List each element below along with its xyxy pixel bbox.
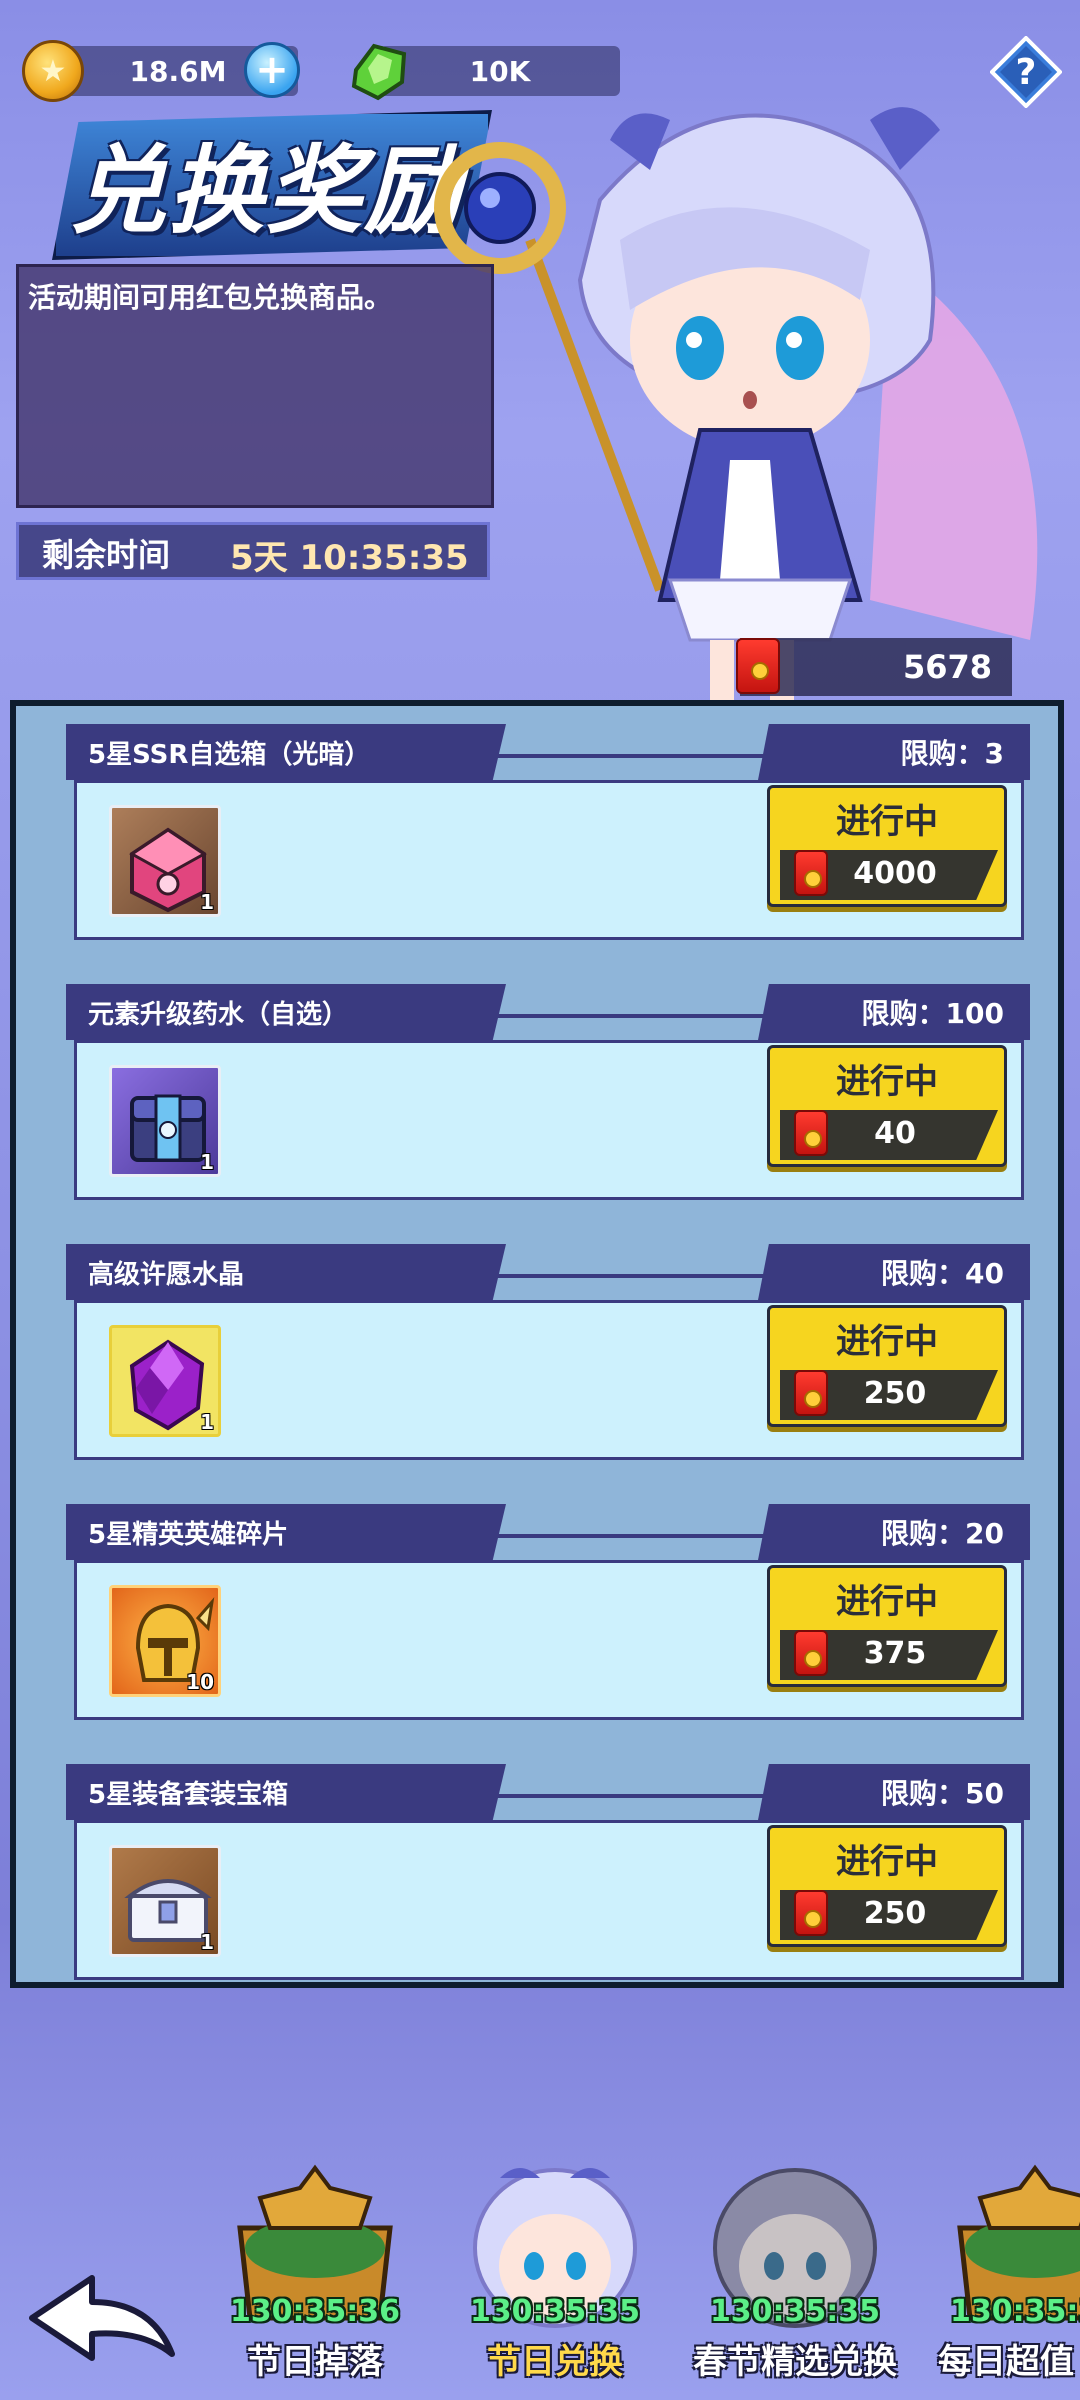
purchase-limit: 限购：50	[758, 1764, 1030, 1820]
purple-crystal-icon[interactable]: 1	[109, 1325, 221, 1437]
red-packet-amount: 5678	[902, 648, 992, 686]
exchange-button[interactable]: 进行中 250	[767, 1825, 1007, 1947]
add-gold-button[interactable]: +	[244, 42, 300, 98]
tab-label: 节日掉落	[247, 2342, 383, 2382]
red-packet-balance: 5678	[740, 638, 1012, 696]
gold-coin-icon: ★	[22, 40, 84, 102]
price-value: 250	[863, 1376, 927, 1411]
gold-amount: 18.6M	[129, 54, 227, 88]
price-value: 4000	[853, 856, 937, 891]
item-count: 1	[200, 890, 214, 914]
tab-festival-exchange[interactable]: 130:35:35 节日兑换	[450, 2128, 660, 2400]
exchange-button[interactable]: 进行中 40	[767, 1045, 1007, 1167]
item-card: 1 进行中 250	[74, 1300, 1024, 1460]
price-value: 40	[874, 1116, 916, 1151]
tab-festival-drop[interactable]: 130:35:36 节日掉落	[210, 2128, 420, 2400]
item-count: 10	[186, 1670, 214, 1694]
exchange-list[interactable]: 5星SSR自选箱（光暗） 限购：3 1 进行中 4000 元素升级药水（自选）	[10, 700, 1064, 1988]
red-packet-icon	[736, 638, 780, 694]
green-gem-icon	[351, 43, 407, 101]
item-count: 1	[200, 1930, 214, 1954]
item-card: 1 进行中 40	[74, 1040, 1024, 1200]
exchange-button[interactable]: 进行中 375	[767, 1565, 1007, 1687]
exchange-status: 进行中	[836, 1582, 938, 1622]
item-card: 1 进行中 4000	[74, 780, 1024, 940]
tab-timer: 130:35:35	[709, 2294, 881, 2329]
purchase-limit: 限购：20	[758, 1504, 1030, 1560]
exchange-item-row: 元素升级药水（自选） 限购：100 1 进行中 40	[66, 984, 1030, 1206]
exchange-status: 进行中	[836, 1842, 938, 1882]
exchange-item-row: 高级许愿水晶 限购：40 1 进行中 250	[66, 1244, 1030, 1466]
exchange-status: 进行中	[836, 1062, 938, 1102]
exchange-item-row: 5星装备套装宝箱 限购：50 1 进行中 250	[66, 1764, 1030, 1982]
tab-label: 每日超值	[938, 2342, 1074, 2382]
tab-timer: 130:35:3	[950, 2294, 1080, 2329]
back-arrow-button[interactable]	[22, 2268, 182, 2368]
price-value: 375	[863, 1636, 927, 1671]
exchange-button[interactable]: 进行中 250	[767, 1305, 1007, 1427]
item-card: 1 进行中 250	[74, 1820, 1024, 1980]
purchase-limit: 限购：40	[758, 1244, 1030, 1300]
item-name: 元素升级药水（自选）	[66, 984, 506, 1040]
silver-chest-icon[interactable]: 1	[109, 1845, 221, 1957]
exchange-status: 进行中	[836, 802, 938, 842]
hero-character-art	[577, 107, 1038, 700]
item-name: 5星SSR自选箱（光暗）	[66, 724, 506, 780]
remaining-time-label: 剩余时间	[42, 536, 171, 574]
item-count: 1	[200, 1150, 214, 1174]
item-count: 1	[200, 1410, 214, 1434]
exchange-item-row: 5星SSR自选箱（光暗） 限购：3 1 进行中 4000	[66, 724, 1030, 946]
event-description: 活动期间可用红包兑换商品。	[28, 281, 393, 314]
exchange-item-row: 5星精英英雄碎片 限购：20 10 进行中 375	[66, 1504, 1030, 1726]
price-value: 250	[863, 1896, 927, 1931]
exchange-button[interactable]: 进行中 4000	[767, 785, 1007, 907]
purchase-limit: 限购：3	[758, 724, 1030, 780]
exchange-status: 进行中	[836, 1322, 938, 1362]
blue-chest-icon[interactable]: 1	[109, 1065, 221, 1177]
tab-label: 节日兑换	[487, 2342, 623, 2382]
golden-helmet-icon[interactable]: 10	[109, 1585, 221, 1697]
item-name: 5星精英英雄碎片	[66, 1504, 506, 1560]
pink-chest-icon[interactable]: 1	[109, 805, 221, 917]
purchase-limit: 限购：100	[758, 984, 1030, 1040]
tab-timer: 130:35:36	[229, 2294, 401, 2329]
tab-label: 春节精选兑换	[693, 2342, 897, 2382]
item-name: 5星装备套装宝箱	[66, 1764, 506, 1820]
tab-daily-value[interactable]: 130:35:3 每日超值	[930, 2128, 1080, 2400]
remaining-time-value: 5天 10:35:35	[230, 538, 469, 578]
item-card: 10 进行中 375	[74, 1560, 1024, 1720]
tab-spring-exchange[interactable]: 130:35:35 春节精选兑换	[690, 2128, 900, 2400]
tab-timer: 130:35:35	[469, 2294, 641, 2329]
item-name: 高级许愿水晶	[66, 1244, 506, 1300]
